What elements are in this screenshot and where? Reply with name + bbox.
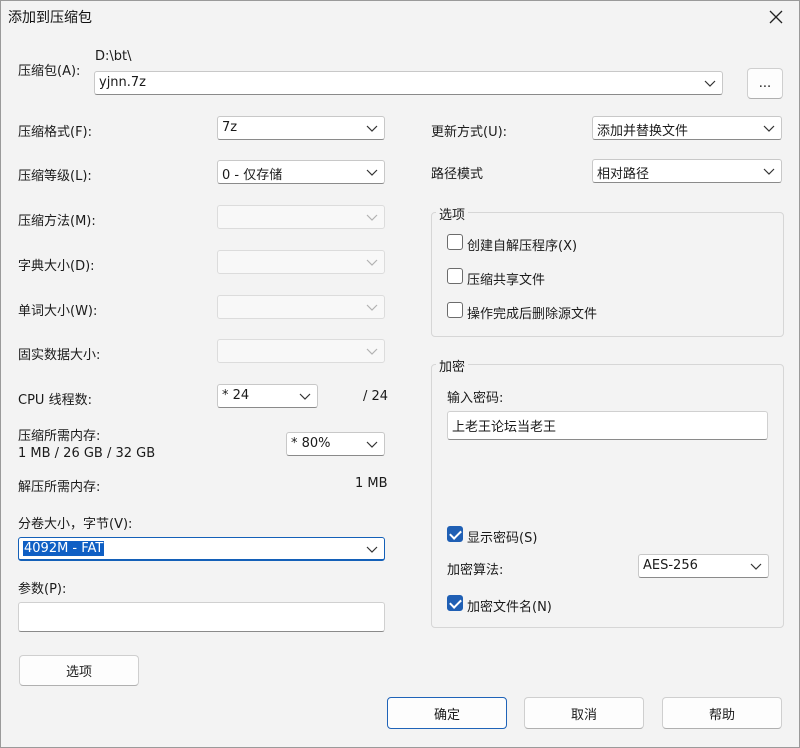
ok-button-label: 确定 — [433, 707, 460, 723]
chevron-down-icon — [366, 259, 378, 266]
shared-files-checkbox[interactable] — [447, 268, 463, 284]
close-icon — [769, 10, 783, 24]
chevron-down-icon — [366, 214, 378, 221]
options-group-title: 选项 — [436, 204, 469, 223]
level-combo[interactable]: 0 - 仅存储 — [217, 160, 385, 184]
chevron-down-icon — [366, 348, 378, 355]
update-label: 更新方式(U): — [431, 125, 508, 140]
sfx-checkbox[interactable] — [447, 234, 463, 250]
archive-name-combo[interactable]: yjnn.7z — [94, 71, 723, 95]
volume-value: 4092M - FAT — [23, 541, 105, 556]
password-value: 上老王论坛当老王 — [452, 420, 557, 435]
help-button-label: 帮助 — [708, 707, 735, 723]
help-button[interactable]: 帮助 — [662, 697, 782, 729]
decomp-value: 1 MB — [355, 476, 388, 491]
cancel-button[interactable]: 取消 — [524, 697, 644, 729]
window-title: 添加到压缩包 — [8, 10, 92, 26]
encrypt-names-label: 加密文件名(N) — [467, 600, 552, 615]
decomp-label: 解压所需内存: — [18, 480, 101, 495]
chevron-down-icon — [750, 563, 762, 570]
update-value: 添加并替换文件 — [597, 124, 689, 139]
format-value: 7z — [222, 120, 238, 135]
chevron-down-icon — [763, 168, 775, 175]
enc-method-label: 加密算法: — [447, 563, 504, 578]
options-button[interactable]: 选项 — [19, 655, 139, 686]
volume-label: 分卷大小，字节(V): — [18, 517, 133, 532]
threads-value: * 24 — [222, 388, 250, 403]
format-label: 压缩格式(F): — [18, 125, 93, 140]
delete-after-checkbox[interactable] — [447, 302, 463, 318]
word-label: 单词大小(W): — [18, 304, 98, 319]
archive-path: D:\bt\ — [95, 49, 132, 64]
cancel-button-label: 取消 — [570, 707, 597, 723]
browse-button-label: ... — [758, 76, 772, 91]
threads-max: / 24 — [363, 389, 389, 404]
memory-label: 压缩所需内存: — [18, 429, 101, 444]
memory-value: * 80% — [291, 436, 331, 451]
delete-after-label: 操作完成后删除源文件 — [467, 307, 598, 322]
chevron-down-icon — [704, 80, 716, 87]
format-combo[interactable]: 7z — [217, 116, 385, 140]
pathmode-label: 路径模式 — [431, 167, 484, 182]
memory-detail: 1 MB / 26 GB / 32 GB — [18, 446, 156, 461]
dict-label: 字典大小(D): — [18, 259, 95, 274]
encryption-group-title: 加密 — [436, 356, 469, 375]
browse-button[interactable]: ... — [747, 68, 783, 99]
title-bar: 添加到压缩包 — [1, 1, 799, 33]
solid-label: 固实数据大小: — [18, 348, 101, 363]
chevron-down-icon — [299, 393, 311, 400]
method-combo[interactable] — [217, 205, 385, 229]
params-input[interactable] — [18, 602, 385, 632]
method-label: 压缩方法(M): — [18, 214, 96, 229]
pathmode-value: 相对路径 — [597, 167, 650, 182]
archive-name-value: yjnn.7z — [99, 75, 147, 90]
chevron-down-icon — [366, 546, 378, 553]
close-button[interactable] — [753, 1, 799, 33]
chevron-down-icon — [366, 304, 378, 311]
level-value: 0 - 仅存储 — [222, 168, 283, 183]
threads-label: CPU 线程数: — [18, 393, 92, 408]
add-to-archive-dialog: 添加到压缩包 压缩包(A): D:\bt\ yjnn.7z ... 压缩格式(F… — [0, 0, 800, 748]
archive-label: 压缩包(A): — [18, 64, 81, 79]
chevron-down-icon — [763, 125, 775, 132]
params-label: 参数(P): — [18, 582, 67, 597]
pathmode-combo[interactable]: 相对路径 — [592, 159, 782, 183]
enc-method-value: AES-256 — [643, 558, 698, 573]
show-password-checkbox[interactable] — [447, 526, 463, 542]
chevron-down-icon — [366, 441, 378, 448]
enc-method-combo[interactable]: AES-256 — [638, 554, 769, 578]
solid-combo[interactable] — [217, 339, 385, 363]
update-combo[interactable]: 添加并替换文件 — [592, 116, 782, 140]
dict-combo[interactable] — [217, 250, 385, 274]
volume-combo[interactable]: 4092M - FAT — [18, 537, 385, 561]
encrypt-names-checkbox[interactable] — [447, 595, 463, 611]
threads-combo[interactable]: * 24 — [217, 384, 318, 408]
password-input[interactable]: 上老王论坛当老王 — [447, 411, 768, 440]
chevron-down-icon — [366, 125, 378, 132]
memory-combo[interactable]: * 80% — [286, 432, 385, 456]
show-password-label: 显示密码(S) — [467, 531, 538, 546]
password-label: 输入密码: — [447, 391, 504, 406]
word-combo[interactable] — [217, 295, 385, 319]
chevron-down-icon — [366, 169, 378, 176]
ok-button[interactable]: 确定 — [387, 697, 507, 729]
sfx-label: 创建自解压程序(X) — [467, 239, 578, 254]
level-label: 压缩等级(L): — [18, 169, 92, 184]
options-button-label: 选项 — [65, 665, 92, 680]
shared-files-label: 压缩共享文件 — [467, 273, 546, 288]
